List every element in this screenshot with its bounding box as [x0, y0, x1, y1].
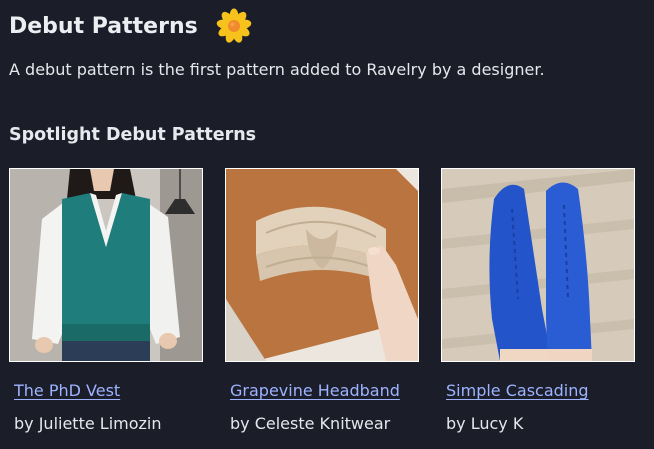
- pattern-card: Grapevine Headband by Celeste Knitwear: [225, 168, 419, 433]
- pattern-designer: by Juliette Limozin: [14, 414, 162, 433]
- pattern-link[interactable]: Simple Cascading: [446, 381, 635, 403]
- vest-photo[interactable]: [9, 168, 203, 362]
- headband-photo[interactable]: [225, 168, 419, 362]
- pattern-link[interactable]: The PhD Vest: [14, 381, 203, 403]
- flower-icon: [216, 8, 252, 44]
- pattern-card: Simple Cascading by Lucy K: [441, 168, 635, 433]
- section-heading: Spotlight Debut Patterns: [9, 125, 257, 145]
- page-title: Debut Patterns: [9, 8, 252, 44]
- intro-text: A debut pattern is the first pattern add…: [9, 60, 545, 79]
- socks-photo[interactable]: [441, 168, 635, 362]
- pattern-card: The PhD Vest by Juliette Limozin: [9, 168, 203, 433]
- page-title-text: Debut Patterns: [9, 13, 198, 39]
- pattern-designer: by Lucy K: [446, 414, 524, 433]
- pattern-link[interactable]: Grapevine Headband: [230, 381, 419, 403]
- pattern-designer: by Celeste Knitwear: [230, 414, 391, 433]
